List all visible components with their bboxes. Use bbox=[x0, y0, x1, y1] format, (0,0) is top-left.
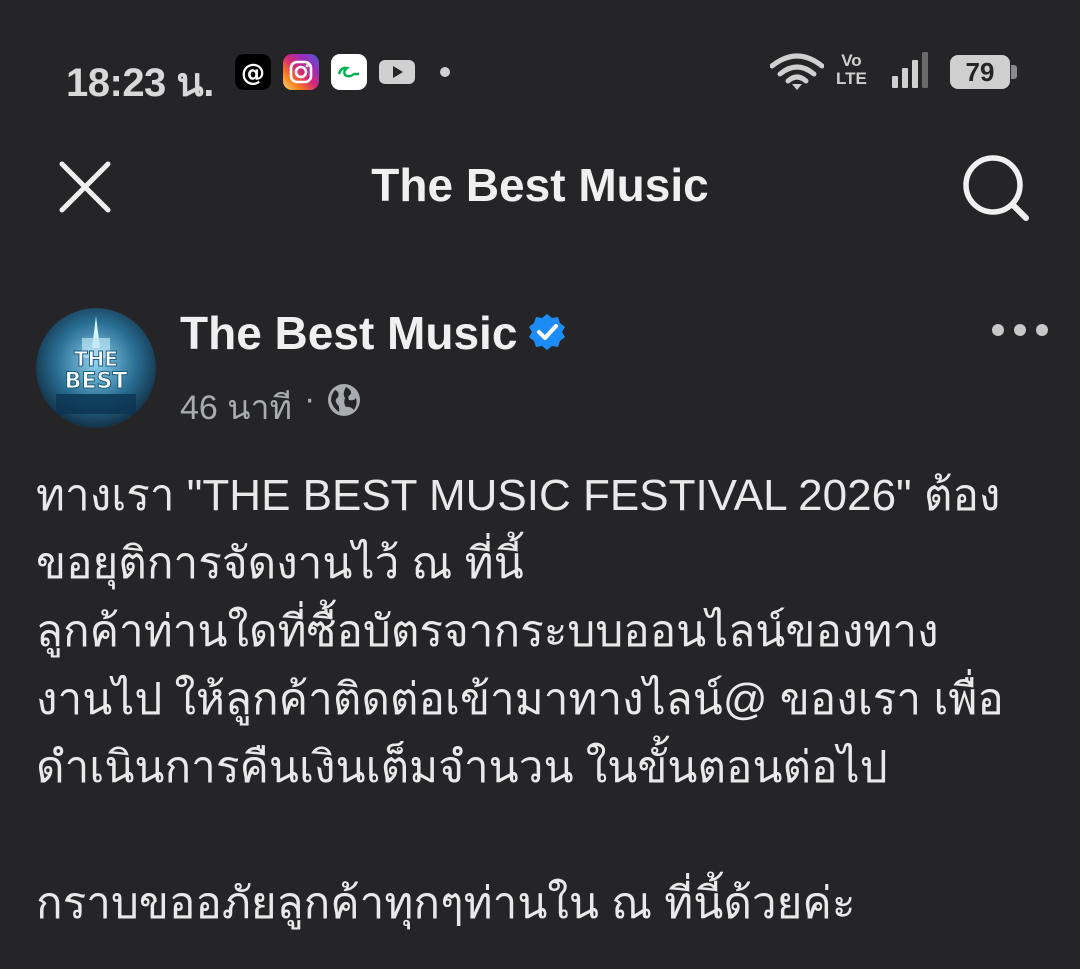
post-time[interactable]: 46 นาที bbox=[180, 380, 292, 434]
wifi-icon bbox=[769, 52, 825, 97]
svg-text:@: @ bbox=[241, 59, 265, 87]
post-text-line: ทางเรา "THE BEST MUSIC FESTIVAL 2026" ต้… bbox=[36, 471, 1001, 520]
post-text-line: งานไป ให้ลูกค้าติดต่อเข้ามาทางไลน์@ ของเ… bbox=[36, 675, 1004, 724]
signal-icon bbox=[890, 52, 934, 95]
youtube-icon bbox=[379, 60, 415, 84]
volte-icon: Vo LTE bbox=[836, 51, 867, 88]
threads-icon: @ bbox=[235, 54, 271, 90]
battery-icon: 79 bbox=[950, 55, 1010, 89]
post-text-line: กราบขออภัยลูกค้าทุกๆท่านใน ณ ที่นี้ด้วยค… bbox=[36, 879, 856, 928]
post-text-line: ขอยุติการจัดงานไว้ ณ ที่นี้ bbox=[36, 539, 524, 588]
post-meta-separator: · bbox=[304, 380, 316, 418]
more-options-icon bbox=[992, 324, 1048, 336]
more-notifications-dot bbox=[440, 67, 450, 77]
post-page-name[interactable]: The Best Music bbox=[180, 306, 517, 360]
more-options-button[interactable] bbox=[988, 316, 1052, 344]
search-button[interactable] bbox=[958, 152, 1034, 224]
search-icon bbox=[963, 155, 1029, 221]
post-text: ทางเรา "THE BEST MUSIC FESTIVAL 2026" ต้… bbox=[36, 462, 1046, 938]
post-text-line: ลูกค้าท่านใดที่ซื้อบัตรจากระบบออนไลน์ของ… bbox=[36, 607, 939, 656]
globe-icon bbox=[326, 382, 362, 423]
grab-icon bbox=[331, 54, 367, 90]
page-avatar[interactable]: THE BEST bbox=[36, 308, 156, 428]
battery-tip bbox=[1011, 65, 1017, 79]
instagram-icon bbox=[283, 54, 319, 90]
post-text-blank-line bbox=[36, 802, 1046, 870]
post-text-line: ดำเนินการคืนเงินเต็มจำนวน ในขั้นตอนต่อไป bbox=[36, 743, 888, 792]
status-bar: 18:23 น. @ Vo LTE 79 bbox=[0, 0, 1080, 140]
status-time: 18:23 น. bbox=[66, 61, 214, 105]
svg-text:BEST: BEST bbox=[65, 369, 128, 394]
page-title: The Best Music bbox=[371, 159, 709, 211]
svg-text:THE: THE bbox=[74, 347, 118, 371]
verified-badge-icon bbox=[527, 312, 567, 357]
screen: 18:23 น. @ Vo LTE 79 The Best Music THE … bbox=[0, 0, 1080, 969]
